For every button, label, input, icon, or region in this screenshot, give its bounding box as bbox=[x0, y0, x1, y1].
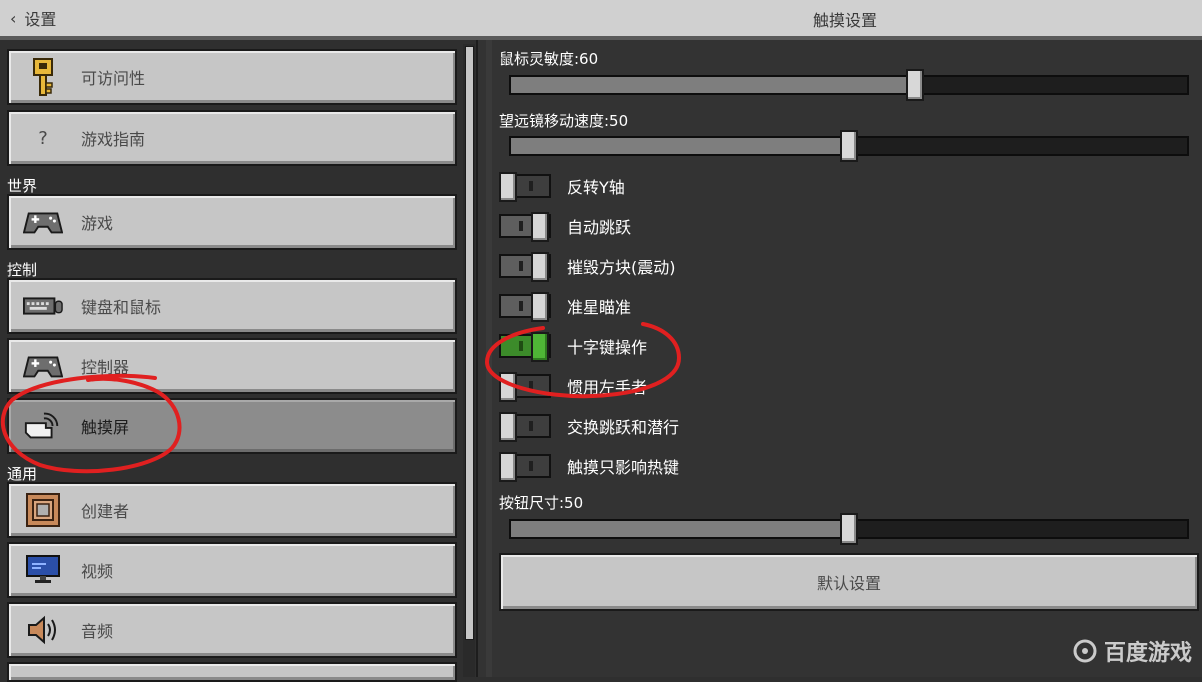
chevron-left-icon: ‹ bbox=[10, 8, 17, 28]
auto-jump-toggle[interactable] bbox=[499, 212, 551, 242]
toggle-knob bbox=[499, 172, 517, 202]
toggle-row-touch-hotbar-only: 触摸只影响热键 bbox=[499, 451, 680, 482]
button-size-label: 按钮尺寸:50 bbox=[499, 494, 584, 512]
toggle-notch bbox=[529, 461, 533, 471]
toggle-label: 惯用左手者 bbox=[567, 378, 648, 397]
mouse-sensitivity-slider[interactable] bbox=[509, 69, 1189, 101]
slider-thumb[interactable] bbox=[840, 513, 858, 545]
key-icon bbox=[23, 57, 63, 97]
toggle-knob bbox=[499, 372, 517, 402]
toggle-row-dpad: 十字键操作 bbox=[499, 331, 648, 362]
sidebar-scrollbar-thumb[interactable] bbox=[465, 46, 474, 640]
toggle-label: 十字键操作 bbox=[567, 338, 648, 357]
toggle-knob bbox=[531, 212, 549, 242]
watermark: 百度游戏 bbox=[1072, 635, 1192, 667]
sidebar-item-label: 可访问性 bbox=[81, 69, 146, 88]
toggle-label: 触摸只影响热键 bbox=[567, 458, 680, 477]
question-icon: ? bbox=[38, 127, 48, 149]
toggle-label: 反转Y轴 bbox=[567, 178, 625, 197]
sidebar-item-label: 视频 bbox=[81, 562, 114, 581]
creator-icon bbox=[23, 490, 63, 530]
monitor-icon bbox=[23, 550, 63, 590]
toggle-row-left-handed: 惯用左手者 bbox=[499, 371, 648, 402]
slider-thumb[interactable] bbox=[906, 69, 924, 101]
swap-jump-sneak-toggle[interactable] bbox=[499, 412, 551, 442]
sidebar-item-label: 游戏指南 bbox=[81, 130, 146, 149]
toggle-row-invert-y: 反转Y轴 bbox=[499, 171, 625, 202]
page-title: 触摸设置 bbox=[812, 11, 877, 30]
sidebar-item-controller[interactable]: 控制器 bbox=[7, 338, 457, 394]
telescope-speed-slider[interactable] bbox=[509, 130, 1189, 162]
toggle-row-destroy-blocks: 摧毁方块(震动) bbox=[499, 251, 676, 282]
toggle-knob bbox=[531, 252, 549, 282]
sidebar-item-accessibility[interactable]: 可访问性 bbox=[7, 49, 457, 105]
sidebar-item-video[interactable]: 视频 bbox=[7, 542, 457, 598]
toggle-label: 摧毁方块(震动) bbox=[567, 258, 676, 277]
toggle-notch bbox=[529, 421, 533, 431]
toggle-row-auto-jump: 自动跳跃 bbox=[499, 211, 632, 242]
section-title-controls: 控制 bbox=[7, 261, 38, 279]
back-button[interactable]: ‹ 设置 bbox=[10, 5, 56, 31]
invert-y-toggle[interactable] bbox=[499, 172, 551, 202]
sidebar-item-label: 键盘和鼠标 bbox=[81, 298, 162, 317]
sidebar-item-label: 控制器 bbox=[81, 358, 130, 377]
toggle-row-swap-jump-sneak: 交换跳跃和潜行 bbox=[499, 411, 680, 442]
toggle-label: 准星瞄准 bbox=[567, 298, 632, 317]
toggle-notch bbox=[519, 301, 523, 311]
back-label: 设置 bbox=[24, 10, 57, 29]
sidebar-item-label: 音频 bbox=[81, 622, 114, 641]
keyboard-icon bbox=[23, 286, 63, 326]
sidebar-item-label: 创建者 bbox=[81, 502, 130, 521]
touch-hotbar-only-toggle[interactable] bbox=[499, 452, 551, 482]
touch-icon bbox=[23, 406, 63, 446]
sidebar-item-label: 游戏 bbox=[81, 214, 114, 233]
toggle-label: 自动跳跃 bbox=[567, 218, 632, 237]
dpad-toggle[interactable] bbox=[499, 332, 551, 362]
controller-icon bbox=[23, 346, 63, 386]
section-title-general: 通用 bbox=[7, 465, 38, 483]
button-size-slider[interactable] bbox=[509, 513, 1189, 545]
mouse-sensitivity-label: 鼠标灵敏度:60 bbox=[499, 50, 599, 68]
toggle-knob bbox=[499, 412, 517, 442]
slider-fill bbox=[511, 77, 915, 93]
reset-defaults-button[interactable]: 默认设置 bbox=[499, 553, 1199, 611]
toggle-notch bbox=[519, 341, 523, 351]
watermark-text: 百度游戏 bbox=[1103, 641, 1192, 666]
content-scrollbar-track[interactable] bbox=[486, 40, 492, 677]
sidebar-item-creator[interactable]: 创建者 bbox=[7, 482, 457, 538]
sidebar-item-guide[interactable]: ? 游戏指南 bbox=[7, 110, 457, 166]
telescope-speed-label: 望远镜移动速度:50 bbox=[499, 112, 629, 130]
slider-fill bbox=[511, 138, 849, 154]
slider-thumb[interactable] bbox=[840, 130, 858, 162]
toggle-notch bbox=[519, 261, 523, 271]
toggle-knob bbox=[531, 332, 549, 362]
toggle-row-crosshair: 准星瞄准 bbox=[499, 291, 632, 322]
left-handed-toggle[interactable] bbox=[499, 372, 551, 402]
toggle-label: 交换跳跃和潜行 bbox=[567, 418, 680, 437]
toggle-notch bbox=[529, 381, 533, 391]
sidebar-item-label: 触摸屏 bbox=[81, 418, 130, 437]
destroy-blocks-vibration-toggle[interactable] bbox=[499, 252, 551, 282]
slider-fill bbox=[511, 521, 849, 537]
toggle-knob bbox=[499, 452, 517, 482]
crosshair-aim-toggle[interactable] bbox=[499, 292, 551, 322]
speaker-icon bbox=[23, 610, 63, 650]
gamepad-icon bbox=[23, 202, 63, 242]
top-bar: ‹ 设置 触摸设置 bbox=[0, 0, 1202, 40]
sidebar-item-game[interactable]: 游戏 bbox=[7, 194, 457, 250]
section-title-world: 世界 bbox=[7, 177, 38, 195]
sidebar-item-touchscreen[interactable]: 触摸屏 bbox=[7, 398, 457, 454]
sidebar-item-keyboard-mouse[interactable]: 键盘和鼠标 bbox=[7, 278, 457, 334]
sidebar-item-audio[interactable]: 音频 bbox=[7, 602, 457, 658]
toggle-notch bbox=[519, 221, 523, 231]
toggle-knob bbox=[531, 292, 549, 322]
baidu-game-logo-icon bbox=[1073, 639, 1097, 663]
sidebar-item-partial[interactable] bbox=[7, 662, 457, 682]
toggle-notch bbox=[529, 181, 533, 191]
